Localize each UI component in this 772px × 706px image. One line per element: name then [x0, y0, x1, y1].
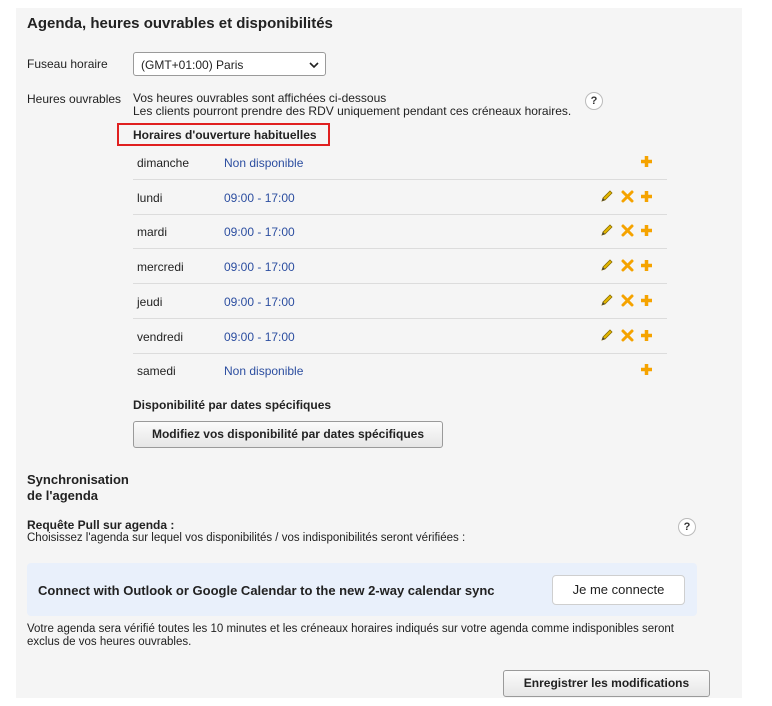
timezone-selected-value: (GMT+01:00) Paris	[141, 58, 244, 72]
day-name: samedi	[137, 364, 176, 379]
day-row-mercredi: mercredi 09:00 - 17:00	[133, 250, 667, 285]
pull-request-title: Requête Pull sur agenda :	[27, 518, 175, 532]
section-title: Agenda, heures ouvrables et disponibilit…	[27, 15, 333, 32]
day-hours[interactable]: 09:00 - 17:00	[224, 260, 295, 274]
timezone-label: Fuseau horaire	[27, 57, 108, 71]
timezone-select[interactable]: (GMT+01:00) Paris	[133, 52, 326, 76]
day-row-samedi: samedi Non disponible	[133, 354, 667, 388]
day-name: jeudi	[137, 294, 163, 309]
sync-note-line1: Votre agenda sera vérifié toutes les 10 …	[27, 623, 674, 635]
pencil-icon[interactable]	[599, 258, 614, 273]
business-hours-description: Vos heures ouvrables sont affichées ci-d…	[133, 92, 571, 118]
add-icon[interactable]	[639, 258, 654, 273]
day-row-mardi: mardi 09:00 - 17:00	[133, 215, 667, 250]
help-icon[interactable]: ?	[585, 92, 603, 110]
day-hours[interactable]: Non disponible	[224, 156, 303, 170]
day-hours[interactable]: 09:00 - 17:00	[224, 225, 295, 239]
delete-icon[interactable]	[620, 293, 635, 308]
add-icon[interactable]	[639, 328, 654, 343]
delete-icon[interactable]	[620, 328, 635, 343]
add-icon[interactable]	[639, 154, 654, 169]
day-row-lundi: lundi 09:00 - 17:00	[133, 181, 667, 215]
delete-icon[interactable]	[620, 223, 635, 238]
pencil-icon[interactable]	[599, 328, 614, 343]
day-hours[interactable]: 09:00 - 17:00	[224, 191, 295, 205]
day-name: mardi	[137, 225, 168, 240]
delete-icon[interactable]	[620, 189, 635, 204]
day-hours[interactable]: 09:00 - 17:00	[224, 295, 295, 309]
pencil-icon[interactable]	[599, 189, 614, 204]
day-name: dimanche	[137, 156, 190, 170]
day-row-jeudi: jeudi 09:00 - 17:00	[133, 285, 667, 319]
pull-request-description: Choisissez l'agenda sur lequel vos dispo…	[27, 532, 466, 544]
sync-note-line2: exclus de vos heures ouvrables.	[27, 636, 192, 648]
day-name: vendredi	[137, 329, 184, 344]
help-icon[interactable]: ?	[678, 518, 696, 536]
day-row-vendredi: vendredi 09:00 - 17:00	[133, 320, 667, 354]
pencil-icon[interactable]	[599, 223, 614, 238]
day-name: mercredi	[137, 260, 184, 275]
add-icon[interactable]	[639, 189, 654, 204]
chevron-down-icon	[309, 59, 319, 69]
sync-note: Votre agenda sera vérifié toutes les 10 …	[27, 623, 707, 649]
add-icon[interactable]	[639, 223, 654, 238]
business-hours-label: Heures ouvrables	[27, 92, 122, 106]
day-hours[interactable]: 09:00 - 17:00	[224, 330, 295, 344]
sync-title-line2: de l'agenda	[27, 488, 98, 503]
connect-button[interactable]: Je me connecte	[552, 575, 685, 605]
banner-text: Connect with Outlook or Google Calendar …	[38, 583, 495, 598]
delete-icon[interactable]	[620, 258, 635, 273]
business-hours-desc-line2: Les clients pourront prendre des RDV uni…	[133, 104, 572, 118]
edit-specific-dates-button[interactable]: Modifiez vos disponibilité par dates spé…	[133, 421, 443, 448]
add-icon[interactable]	[639, 362, 654, 377]
specific-dates-title: Disponibilité par dates spécifiques	[133, 398, 332, 412]
usual-hours-title: Horaires d'ouverture habituelles	[133, 128, 317, 142]
day-row-dimanche: dimanche Non disponible	[133, 146, 667, 180]
sync-title: Synchronisation de l'agenda	[27, 472, 167, 504]
day-name: lundi	[137, 190, 163, 205]
add-icon[interactable]	[639, 293, 654, 308]
day-hours[interactable]: Non disponible	[224, 364, 303, 378]
pencil-icon[interactable]	[599, 293, 614, 308]
sync-title-line1: Synchronisation	[27, 472, 129, 487]
save-button[interactable]: Enregistrer les modifications	[503, 670, 710, 697]
